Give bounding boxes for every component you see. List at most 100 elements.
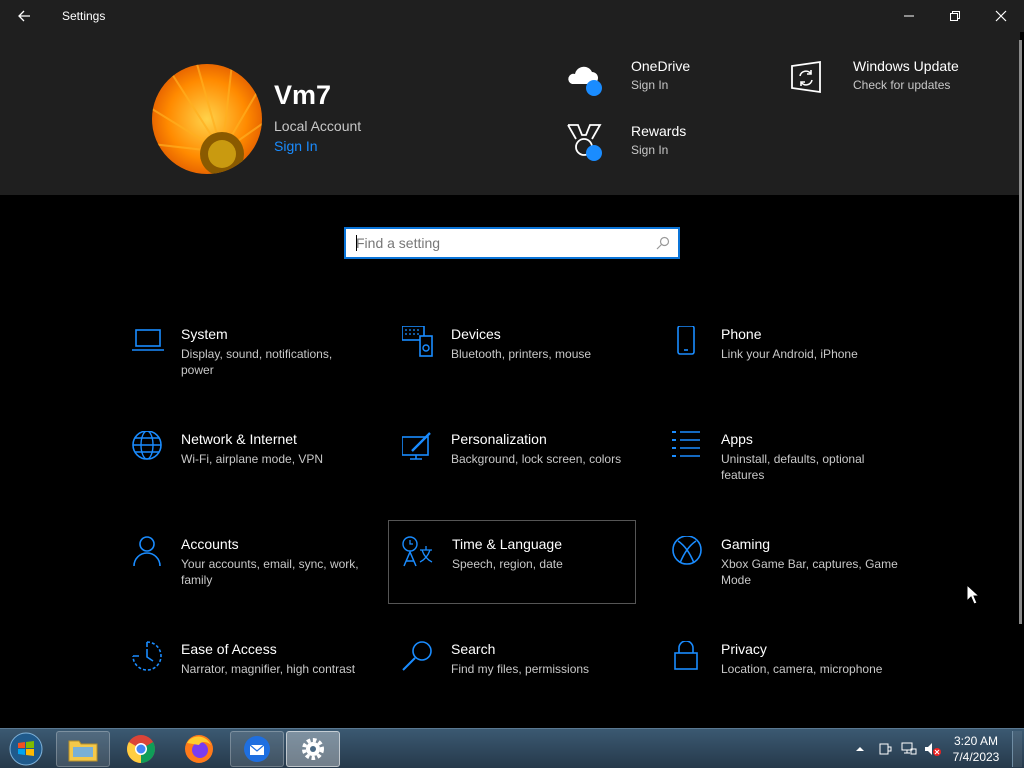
windows-update-title: Windows Update (853, 58, 959, 74)
category-description: Location, camera, microphone (721, 662, 883, 676)
account-sign-in-link[interactable]: Sign In (274, 138, 318, 154)
scrollbar[interactable] (1019, 40, 1022, 624)
firefox-icon (185, 735, 213, 763)
paint-icon (402, 432, 431, 460)
clock-time: 3:20 AM (953, 734, 999, 748)
onedrive-title: OneDrive (631, 58, 691, 74)
text-caret (356, 235, 357, 251)
category-description: Narrator, magnifier, high contrast (181, 662, 356, 676)
category-title: Personalization (451, 431, 547, 447)
ease-of-access-icon (132, 641, 162, 671)
category-personalization[interactable]: Personalization Background, lock screen,… (402, 431, 650, 515)
category-ease-of-access[interactable]: Ease of Access Narrator, magnifier, high… (132, 641, 380, 725)
onedrive-cloud-icon (568, 66, 602, 96)
category-title: Phone (721, 326, 762, 342)
close-button[interactable] (978, 0, 1024, 32)
taskbar-chrome[interactable] (114, 731, 168, 767)
restore-button[interactable] (932, 0, 978, 32)
window-title: Settings (62, 9, 106, 23)
windows-update-sub: Check for updates (853, 78, 951, 92)
category-description: Find my files, permissions (451, 662, 590, 676)
category-title: Gaming (721, 536, 771, 552)
apps-list-icon (672, 431, 700, 457)
category-description: Your accounts, email, sync, work, family (181, 557, 359, 587)
category-title: Time & Language (452, 536, 562, 552)
network-tray-icon[interactable] (901, 741, 917, 757)
clock-date: 7/4/2023 (952, 750, 1000, 764)
back-arrow-icon (18, 10, 30, 22)
volume-muted-icon[interactable] (924, 741, 942, 757)
windows-update-item[interactable]: Windows Update Check for updates (786, 58, 986, 102)
back-button[interactable] (8, 0, 40, 32)
category-title: Apps (721, 431, 753, 447)
account-header: Vm7 Local Account Sign In OneDrive Sign … (0, 32, 1020, 195)
search-input[interactable] (346, 229, 646, 257)
search-icon (656, 236, 670, 250)
windows-orb-icon (9, 732, 43, 766)
gear-icon (302, 738, 324, 760)
restore-icon (950, 11, 960, 21)
category-description: Bluetooth, printers, mouse (451, 347, 592, 361)
rewards-item[interactable]: Rewards Sign In (564, 123, 764, 167)
category-description: Speech, region, date (452, 557, 563, 571)
avatar[interactable] (152, 64, 262, 174)
category-description: Xbox Game Bar, captures, Game Mode (721, 557, 898, 587)
onedrive-sign-in: Sign In (631, 78, 669, 92)
taskbar-firefox[interactable] (172, 731, 226, 767)
person-icon (133, 536, 161, 567)
onedrive-item[interactable]: OneDrive Sign In (564, 58, 764, 102)
taskbar-settings[interactable] (286, 731, 340, 767)
search-box[interactable] (344, 227, 680, 259)
taskbar: 3:20 AM 7/4/2023 (0, 728, 1024, 768)
thunderbird-icon (244, 736, 270, 762)
device-tray-icon[interactable] (878, 741, 892, 757)
windows-update-icon (791, 60, 821, 94)
account-type: Local Account (274, 118, 362, 134)
show-desktop-button[interactable] (1012, 731, 1022, 767)
minimize-button[interactable] (886, 0, 932, 32)
category-title: Privacy (721, 641, 767, 657)
category-title: System (181, 326, 228, 342)
laptop-icon (132, 329, 164, 351)
globe-icon (132, 431, 162, 460)
title-bar: Settings (0, 0, 1024, 32)
close-icon (995, 10, 1007, 22)
category-privacy[interactable]: Privacy Location, camera, microphone (672, 641, 920, 725)
rewards-title: Rewards (631, 123, 687, 139)
show-hidden-icons-chevron-icon[interactable] (855, 745, 865, 753)
category-gaming[interactable]: Gaming Xbox Game Bar, captures, Game Mod… (672, 536, 920, 620)
rewards-medal-icon (567, 124, 602, 161)
account-name: Vm7 (274, 80, 332, 110)
category-system[interactable]: System Display, sound, notifications, po… (132, 326, 380, 410)
minimize-icon (904, 15, 914, 17)
category-time-language[interactable]: Time & Language Speech, region, date (388, 520, 636, 604)
category-title: Accounts (181, 536, 239, 552)
category-title: Network & Internet (181, 431, 297, 447)
taskbar-clock[interactable]: 3:20 AM 7/4/2023 (944, 733, 1008, 765)
taskbar-thunderbird[interactable] (230, 731, 284, 767)
category-title: Devices (451, 326, 501, 342)
search-icon (402, 641, 432, 671)
category-search[interactable]: Search Find my files, permissions (402, 641, 650, 725)
time-language-icon (402, 536, 433, 567)
phone-icon (677, 326, 695, 355)
category-devices[interactable]: Devices Bluetooth, printers, mouse (402, 326, 650, 410)
category-accounts[interactable]: Accounts Your accounts, email, sync, wor… (132, 536, 380, 620)
category-description: Display, sound, notifications, power (181, 347, 333, 377)
taskbar-explorer[interactable] (56, 731, 110, 767)
category-apps[interactable]: Apps Uninstall, defaults, optional featu… (672, 431, 920, 515)
category-title: Ease of Access (181, 641, 277, 657)
category-description: Background, lock screen, colors (451, 452, 622, 466)
category-description: Link your Android, iPhone (721, 347, 858, 361)
category-phone[interactable]: Phone Link your Android, iPhone (672, 326, 920, 410)
lock-icon (674, 641, 698, 670)
category-description: Uninstall, defaults, optional features (721, 452, 865, 482)
chrome-icon (127, 735, 155, 763)
category-title: Search (451, 641, 496, 657)
xbox-icon (672, 536, 702, 565)
category-network[interactable]: Network & Internet Wi-Fi, airplane mode,… (132, 431, 380, 515)
rewards-sign-in: Sign In (631, 143, 669, 157)
mouse-cursor-icon (966, 584, 980, 605)
devices-icon (402, 326, 433, 357)
start-button[interactable] (6, 731, 46, 767)
